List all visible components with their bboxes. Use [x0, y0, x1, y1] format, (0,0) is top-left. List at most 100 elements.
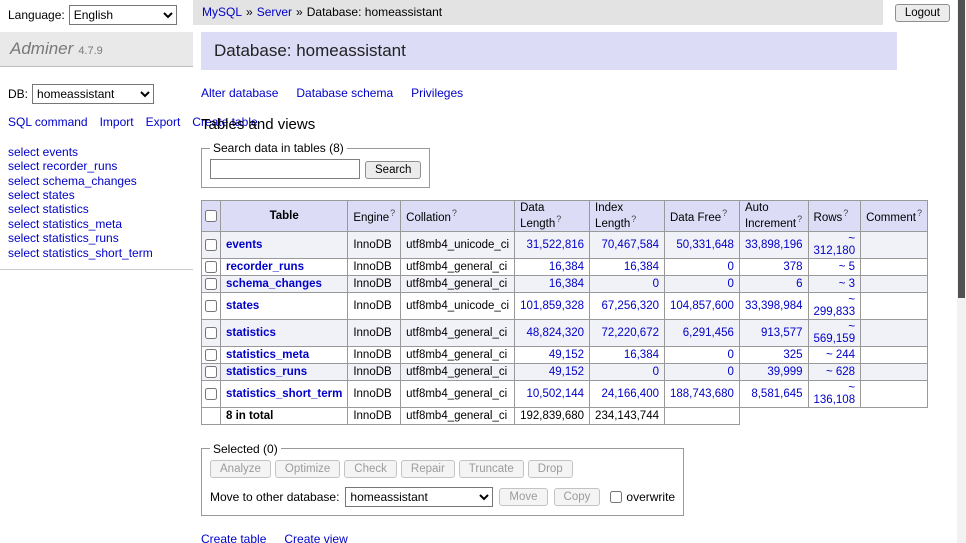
sidebar-table-link-select-statistics-meta[interactable]: select statistics_meta [8, 217, 193, 231]
total-engine: InnoDB [348, 407, 401, 424]
row-checkbox-statistics-meta[interactable] [205, 349, 217, 361]
row-checkbox-schema-changes[interactable] [205, 278, 217, 290]
table-row-statistics: statisticsInnoDButf8mb4_general_ci48,824… [202, 319, 928, 346]
db-action-link-alter-database[interactable]: Alter database [201, 86, 278, 100]
help-link[interactable]: ? [722, 208, 727, 218]
help-link[interactable]: ? [917, 208, 922, 218]
row-checkbox-statistics-short-term[interactable] [205, 388, 217, 400]
create-link-create-view[interactable]: Create view [284, 532, 347, 543]
copy-button[interactable]: Copy [554, 488, 601, 506]
breadcrumb-server-link[interactable]: Server [257, 5, 292, 19]
language-select[interactable]: English [69, 5, 177, 25]
scrollbar-thumb[interactable] [958, 0, 965, 298]
row-checkbox-states[interactable] [205, 300, 217, 312]
row-checkbox-events[interactable] [205, 239, 217, 251]
cell-data-free: 0 [665, 363, 740, 380]
cell-rows: ~ 299,833 [808, 292, 861, 319]
col-header-engine: Engine? [348, 201, 401, 232]
table-link-recorder-runs[interactable]: recorder_runs [226, 261, 304, 273]
selected-optimize-button[interactable]: Optimize [275, 460, 340, 478]
table-link-statistics-runs[interactable]: statistics_runs [226, 366, 307, 378]
main-panel: Database: homeassistant Alter database Da… [193, 25, 957, 543]
help-link[interactable]: ? [556, 214, 561, 224]
table-link-events[interactable]: events [226, 239, 262, 251]
selected-truncate-button[interactable]: Truncate [459, 460, 524, 478]
col-header-comment: Comment? [861, 201, 928, 232]
overwrite-label-wrap: overwrite [610, 490, 675, 504]
col-header-data-free: Data Free? [665, 201, 740, 232]
selected-buttons-row: AnalyzeOptimizeCheckRepairTruncateDrop [210, 460, 675, 478]
table-link-states[interactable]: states [226, 300, 259, 312]
db-action-link-database-schema[interactable]: Database schema [296, 86, 393, 100]
cell-data-free: 188,743,680 [665, 380, 740, 407]
row-checkbox-statistics-runs[interactable] [205, 366, 217, 378]
col-header-collation: Collation? [401, 201, 515, 232]
cell-data-length: 31,522,816 [515, 231, 590, 258]
breadcrumb-separator: » [296, 5, 303, 19]
overwrite-label: overwrite [626, 490, 675, 504]
vertical-scrollbar[interactable] [957, 0, 966, 543]
cell-data-length: 49,152 [515, 363, 590, 380]
cell-table-name: events [221, 231, 348, 258]
cell-engine: InnoDB [348, 258, 401, 275]
help-link[interactable]: ? [390, 208, 395, 218]
cell-data-free: 6,291,456 [665, 319, 740, 346]
help-link[interactable]: ? [843, 208, 848, 218]
row-checkbox-recorder-runs[interactable] [205, 261, 217, 273]
cell-collation: utf8mb4_general_ci [401, 275, 515, 292]
cell-auto-increment: 39,999 [739, 363, 808, 380]
move-button[interactable]: Move [499, 488, 547, 506]
search-button[interactable]: Search [365, 161, 421, 179]
cell-index-length: 67,256,320 [590, 292, 665, 319]
sidebar-table-link-select-statistics[interactable]: select statistics [8, 203, 193, 217]
table-link-statistics-meta[interactable]: statistics_meta [226, 349, 309, 361]
table-header-row: TableEngine?Collation?Data Length?Index … [202, 201, 928, 232]
cell-auto-increment: 6 [739, 275, 808, 292]
selected-analyze-button[interactable]: Analyze [210, 460, 271, 478]
table-row-statistics-meta: statistics_metaInnoDButf8mb4_general_ci4… [202, 346, 928, 363]
sidebar-link-export[interactable]: Export [146, 115, 181, 129]
cell-comment [861, 292, 928, 319]
cell-table-name: statistics_runs [221, 363, 348, 380]
db-action-link-privileges[interactable]: Privileges [411, 86, 463, 100]
selected-drop-button[interactable]: Drop [528, 460, 573, 478]
cell-comment [861, 346, 928, 363]
cell-engine: InnoDB [348, 275, 401, 292]
table-link-statistics-short-term[interactable]: statistics_short_term [226, 388, 342, 400]
create-link-create-table[interactable]: Create table [201, 532, 266, 543]
col-header-rows: Rows? [808, 201, 861, 232]
adminer-logo-link[interactable]: Adminer [10, 39, 73, 58]
sidebar-table-link-select-events[interactable]: select events [8, 145, 193, 159]
cell-comment [861, 319, 928, 346]
overwrite-checkbox[interactable] [610, 491, 622, 503]
select-all-checkbox[interactable] [205, 210, 217, 222]
sidebar-table-link-select-recorder-runs[interactable]: select recorder_runs [8, 160, 193, 174]
sidebar-table-link-select-statistics-runs[interactable]: select statistics_runs [8, 232, 193, 246]
help-link[interactable]: ? [797, 214, 802, 224]
create-links-row: Create table Create view [201, 532, 897, 543]
row-checkbox-statistics[interactable] [205, 327, 217, 339]
cell-index-length: 24,166,400 [590, 380, 665, 407]
sidebar-link-sql-command[interactable]: SQL command [8, 115, 88, 129]
table-row-states: statesInnoDButf8mb4_unicode_ci101,859,32… [202, 292, 928, 319]
sidebar-link-import[interactable]: Import [100, 115, 134, 129]
selected-check-button[interactable]: Check [344, 460, 397, 478]
table-link-schema-changes[interactable]: schema_changes [226, 278, 322, 290]
selected-repair-button[interactable]: Repair [401, 460, 455, 478]
breadcrumb-mysql-link[interactable]: MySQL [202, 5, 242, 19]
table-link-statistics[interactable]: statistics [226, 327, 276, 339]
sidebar-table-link-select-schema-changes[interactable]: select schema_changes [8, 174, 193, 188]
help-link[interactable]: ? [452, 208, 457, 218]
sidebar-table-link-select-states[interactable]: select states [8, 189, 193, 203]
cell-index-length: 0 [590, 363, 665, 380]
cell-auto-increment: 378 [739, 258, 808, 275]
logout-button[interactable]: Logout [895, 4, 950, 22]
help-link[interactable]: ? [631, 214, 636, 224]
cell-collation: utf8mb4_unicode_ci [401, 292, 515, 319]
sidebar: Language:English Adminer4.7.9 DB:homeass… [0, 0, 193, 543]
sidebar-table-link-select-statistics-short-term[interactable]: select statistics_short_term [8, 246, 193, 260]
search-input[interactable] [210, 159, 360, 179]
page-title: Database: homeassistant [201, 32, 897, 70]
move-db-select[interactable]: homeassistant [345, 487, 493, 507]
db-select[interactable]: homeassistant [32, 84, 154, 104]
